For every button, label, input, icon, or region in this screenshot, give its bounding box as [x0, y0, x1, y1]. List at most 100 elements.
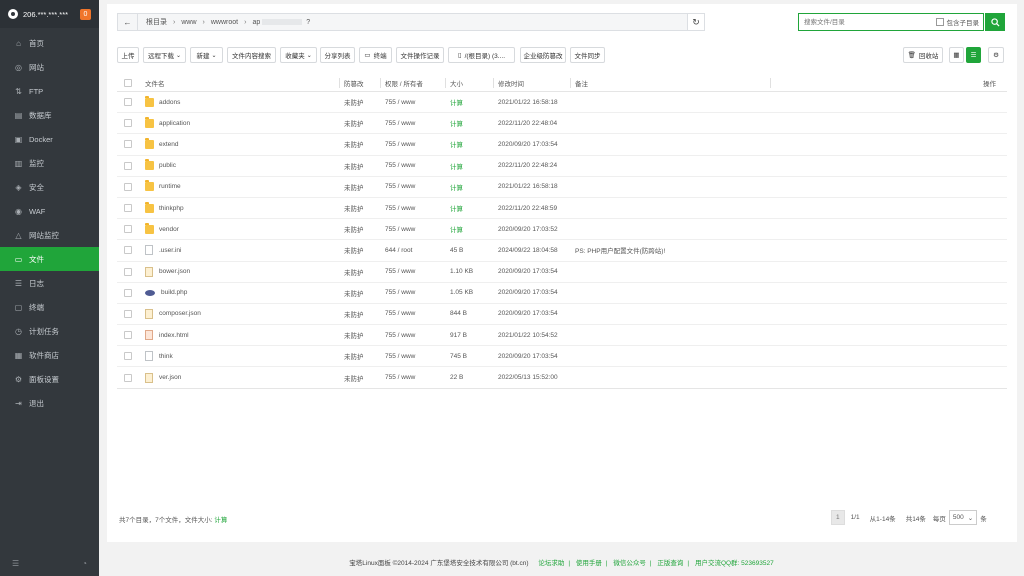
sidebar-item[interactable]: ⚙ 面板设置	[0, 367, 99, 391]
sidebar-item[interactable]: ⇅ FTP	[0, 79, 99, 103]
new-button[interactable]: 新建 ⌄	[190, 47, 223, 63]
cell-perm[interactable]: 644 / root	[385, 240, 412, 260]
file-name[interactable]: composer.json	[159, 310, 201, 317]
page-current[interactable]: 1	[831, 510, 845, 525]
row-checkbox[interactable]	[124, 373, 132, 382]
footer-link-manual[interactable]: 使用手册	[576, 560, 602, 567]
table-row[interactable]: public 未防护 755 / www 计算 2022/11/20 22:48:24	[117, 156, 1007, 177]
file-name[interactable]: index.html	[159, 332, 189, 339]
file-name[interactable]: runtime	[159, 183, 181, 190]
row-checkbox[interactable]	[124, 267, 132, 276]
sidebar-item[interactable]: △ 网站监控	[0, 223, 99, 247]
cell-tamper[interactable]: 未防护	[344, 283, 364, 303]
cell-size[interactable]: 计算	[450, 219, 463, 239]
cell-tamper[interactable]: 未防护	[344, 198, 364, 218]
cell-tamper[interactable]: 未防护	[344, 134, 364, 154]
cell-tamper[interactable]: 未防护	[344, 92, 364, 112]
cell-perm[interactable]: 755 / www	[385, 177, 415, 197]
table-row[interactable]: runtime 未防护 755 / www 计算 2021/01/22 16:58:18	[117, 177, 1007, 198]
cell-tamper[interactable]: 未防护	[344, 346, 364, 366]
sidebar-item[interactable]: ▤ 数据库	[0, 103, 99, 127]
crumb-www[interactable]: www	[181, 19, 196, 26]
cell-perm[interactable]: 755 / www	[385, 198, 415, 218]
tamper-protect-button[interactable]: 企业级防篡改	[520, 47, 566, 63]
table-row[interactable]: .user.ini 未防护 644 / root 45 B 2024/09/22 18:…	[117, 240, 1007, 262]
cell-tamper[interactable]: 未防护	[344, 304, 364, 324]
file-name[interactable]: addons	[159, 99, 180, 106]
footer-link-wechat[interactable]: 微信公众号	[613, 560, 646, 567]
file-name[interactable]: vendor	[159, 226, 179, 233]
cell-perm[interactable]: 755 / www	[385, 92, 415, 112]
row-checkbox[interactable]	[124, 161, 132, 170]
content-search-button[interactable]: 文件内容搜索	[227, 47, 276, 63]
cell-tamper[interactable]: 未防护	[344, 240, 364, 260]
table-row[interactable]: bower.json 未防护 755 / www 1.10 KB 2020/09/20 …	[117, 262, 1007, 283]
file-name[interactable]: .user.ini	[159, 247, 181, 254]
row-checkbox[interactable]	[124, 225, 132, 234]
col-name[interactable]: 文件名	[145, 74, 165, 91]
recycle-bin-button[interactable]: 🗑 回收站	[903, 47, 943, 63]
disk-button[interactable]: ▯/(根目录) (3....	[448, 47, 515, 63]
table-row[interactable]: build.php 未防护 755 / www 1.05 KB 2020/09/20 1…	[117, 283, 1007, 304]
table-row[interactable]: composer.json 未防护 755 / www 844 B 2020/09/20…	[117, 304, 1007, 326]
table-row[interactable]: application 未防护 755 / www 计算 2022/11/20 22:4…	[117, 113, 1007, 135]
cell-size[interactable]: 计算	[450, 177, 463, 197]
crumb-site[interactable]: ap	[252, 19, 260, 26]
grid-view-button[interactable]: ▦	[949, 47, 964, 63]
sidebar-item[interactable]: ▦ 软件商店	[0, 343, 99, 367]
table-row[interactable]: think 未防护 755 / www 745 B 2020/09/20 17:03:5…	[117, 346, 1007, 368]
select-all-checkbox[interactable]	[124, 78, 132, 87]
table-row[interactable]: extend 未防护 755 / www 计算 2020/09/20 17:03:54	[117, 134, 1007, 156]
col-perm[interactable]: 权限 / 所有者	[385, 74, 423, 91]
row-checkbox[interactable]	[124, 98, 132, 107]
table-row[interactable]: index.html 未防护 755 / www 917 B 2021/01/22 10…	[117, 325, 1007, 347]
cell-perm[interactable]: 755 / www	[385, 262, 415, 282]
sidebar-item[interactable]: ☰ 日志	[0, 271, 99, 295]
sidebar-item[interactable]: ⇥ 退出	[0, 391, 99, 415]
row-checkbox[interactable]	[124, 309, 132, 318]
cell-tamper[interactable]: 未防护	[344, 325, 364, 345]
crumb-root[interactable]: 根目录	[146, 17, 167, 27]
cell-perm[interactable]: 755 / www	[385, 156, 415, 176]
settings-button[interactable]: ⚙	[988, 47, 1004, 63]
remote-download-button[interactable]: 远程下载 ⌄	[143, 47, 186, 63]
menu-toggle-icon[interactable]: ☰	[12, 559, 19, 568]
sidebar-item[interactable]: ▣ Docker	[0, 127, 99, 151]
file-name[interactable]: extend	[159, 141, 179, 148]
cell-perm[interactable]: 755 / www	[385, 113, 415, 133]
cell-tamper[interactable]: 未防护	[344, 177, 364, 197]
sidebar-item[interactable]: ◎ 网站	[0, 55, 99, 79]
table-row[interactable]: thinkphp 未防护 755 / www 计算 2022/11/20 22:48:5…	[117, 198, 1007, 220]
operation-log-button[interactable]: 文件操作记录	[396, 47, 444, 63]
row-checkbox[interactable]	[124, 140, 132, 149]
sidebar-item[interactable]: ◷ 计划任务	[0, 319, 99, 343]
cell-perm[interactable]: 755 / www	[385, 304, 415, 324]
upload-button[interactable]: 上传	[117, 47, 139, 63]
cell-note[interactable]: PS: PHP用户配置文件(防跨站)!	[575, 240, 665, 260]
file-name[interactable]: thinkphp	[159, 205, 184, 212]
file-name[interactable]: think	[159, 353, 173, 360]
cell-perm[interactable]: 755 / www	[385, 346, 415, 366]
cell-perm[interactable]: 755 / www	[385, 134, 415, 154]
terminal-button[interactable]: ▭ 终端	[359, 47, 392, 63]
row-checkbox[interactable]	[124, 288, 132, 297]
file-name[interactable]: build.php	[161, 289, 187, 296]
cell-tamper[interactable]: 未防护	[344, 113, 364, 133]
per-page-select[interactable]: 500 ⌄	[948, 510, 978, 525]
search-input[interactable]	[799, 15, 936, 29]
sidebar-item[interactable]: ▢ 终端	[0, 295, 99, 319]
col-size[interactable]: 大小	[450, 74, 463, 91]
table-row[interactable]: vendor 未防护 755 / www 计算 2020/09/20 17:03:52	[117, 219, 1007, 241]
row-checkbox[interactable]	[124, 182, 132, 191]
sidebar-item[interactable]: ⌂ 首页	[0, 31, 99, 55]
cell-tamper[interactable]: 未防护	[344, 262, 364, 282]
list-view-button[interactable]: ☰	[966, 47, 981, 63]
row-checkbox[interactable]	[124, 352, 132, 361]
crumb-wwwroot[interactable]: wwwroot	[211, 19, 238, 26]
footer-link-license[interactable]: 正版查询	[657, 560, 683, 567]
include-subdir-checkbox[interactable]: 包含子目录	[935, 17, 979, 27]
calc-size-link[interactable]: 计算	[214, 517, 227, 524]
cell-size[interactable]: 计算	[450, 113, 463, 133]
refresh-icon[interactable]: ↻	[687, 14, 704, 30]
search-button[interactable]	[985, 13, 1005, 31]
